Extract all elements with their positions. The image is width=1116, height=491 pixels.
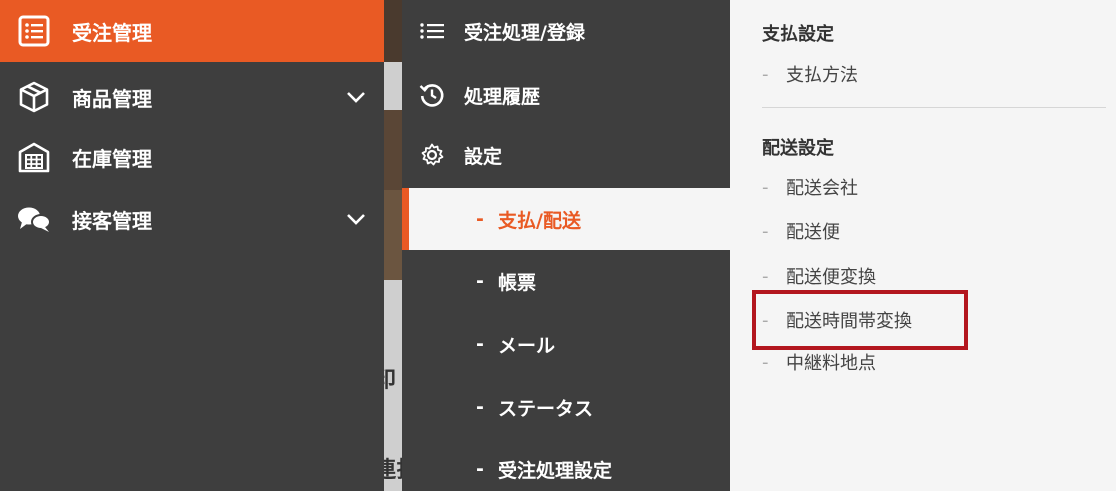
- dash-marker: -: [762, 351, 769, 373]
- settings-link-panel: 支払設定 - 支払方法 配送設定 - 配送会社 - 配送便 - 配送便変換 - …: [730, 0, 1116, 491]
- link-shipping-service-conversion[interactable]: - 配送便変換: [762, 262, 876, 290]
- submenu-child-mail[interactable]: - メール: [402, 313, 730, 375]
- submenu-child-order-processing-settings[interactable]: - 受注処理設定: [402, 438, 730, 491]
- submenu-child-label: 受注処理設定: [498, 459, 613, 482]
- sidebar-item-label: 在庫管理: [72, 146, 152, 171]
- chevron-down-icon[interactable]: [344, 85, 368, 109]
- box-icon: [16, 79, 52, 115]
- submenu-item-label: 受注処理/登録: [464, 21, 585, 44]
- submenu-child-label: メール: [498, 334, 556, 357]
- sidebar-item-order-management[interactable]: 受注管理: [0, 0, 384, 62]
- chevron-down-icon[interactable]: [344, 207, 368, 231]
- submenu-child-status[interactable]: - ステータス: [402, 376, 730, 438]
- sidebar-item-inventory-management[interactable]: 在庫管理: [0, 126, 384, 188]
- dash-marker: -: [476, 458, 484, 480]
- dash-marker: -: [476, 333, 484, 355]
- link-shipping-service[interactable]: - 配送便: [762, 217, 840, 245]
- list-icon: [418, 17, 446, 45]
- submenu-item-label: 処理履歴: [464, 85, 541, 108]
- dash-marker: -: [762, 265, 769, 287]
- link-label: 中継料地点: [786, 353, 876, 374]
- highlight-annotation-box: [752, 290, 968, 350]
- link-label: 配送便変換: [786, 267, 876, 288]
- submenu-child-label: 支払/配送: [498, 209, 581, 232]
- sidebar-item-label: 接客管理: [72, 208, 152, 233]
- background-text: 連払: [384, 458, 402, 483]
- gear-icon: [418, 141, 446, 169]
- warehouse-icon: [16, 139, 52, 175]
- link-label: 支払方法: [786, 65, 858, 86]
- submenu-child-label: 帳票: [498, 271, 537, 294]
- sidebar-item-label: 商品管理: [72, 86, 152, 111]
- list-document-icon: [16, 13, 52, 49]
- link-shipping-company[interactable]: - 配送会社: [762, 173, 858, 201]
- submenu-item-label: 設定: [464, 145, 503, 168]
- main-sidebar: 受注管理 商品管理 在庫管理 接客管理: [0, 0, 384, 491]
- section-title-payment: 支払設定: [762, 24, 834, 45]
- link-label: 配送会社: [786, 178, 858, 199]
- dash-marker: -: [476, 270, 484, 292]
- submenu-child-forms[interactable]: - 帳票: [402, 250, 730, 312]
- link-relay-fee-point[interactable]: - 中継料地点: [762, 348, 876, 376]
- submenu-child-payment-shipping[interactable]: - 支払/配送: [402, 188, 730, 250]
- dash-marker: -: [476, 208, 484, 230]
- dash-marker: -: [762, 176, 769, 198]
- history-icon: [418, 81, 446, 109]
- submenu-item-order-processing[interactable]: 受注処理/登録: [402, 0, 730, 62]
- submenu-item-history[interactable]: 処理履歴: [402, 64, 730, 126]
- order-submenu: 受注処理/登録 処理履歴 設定 - 支払/配送 - 帳票 - メール - ステー…: [402, 0, 730, 491]
- dash-marker: -: [762, 63, 769, 85]
- sidebar-item-product-management[interactable]: 商品管理: [0, 66, 384, 128]
- background-page-strip: 印 連払: [384, 0, 402, 491]
- link-label: 配送便: [786, 222, 840, 243]
- link-payment-method[interactable]: - 支払方法: [762, 60, 858, 88]
- background-text: 印: [384, 368, 397, 393]
- sidebar-item-label: 受注管理: [72, 20, 152, 45]
- submenu-child-label: ステータス: [498, 397, 594, 420]
- chat-bubbles-icon: [16, 201, 52, 237]
- sidebar-item-customer-service[interactable]: 接客管理: [0, 188, 384, 250]
- dash-marker: -: [476, 396, 484, 418]
- section-title-shipping: 配送設定: [762, 138, 834, 159]
- submenu-item-settings[interactable]: 設定: [402, 124, 730, 186]
- section-divider: [762, 107, 1106, 108]
- dash-marker: -: [762, 220, 769, 242]
